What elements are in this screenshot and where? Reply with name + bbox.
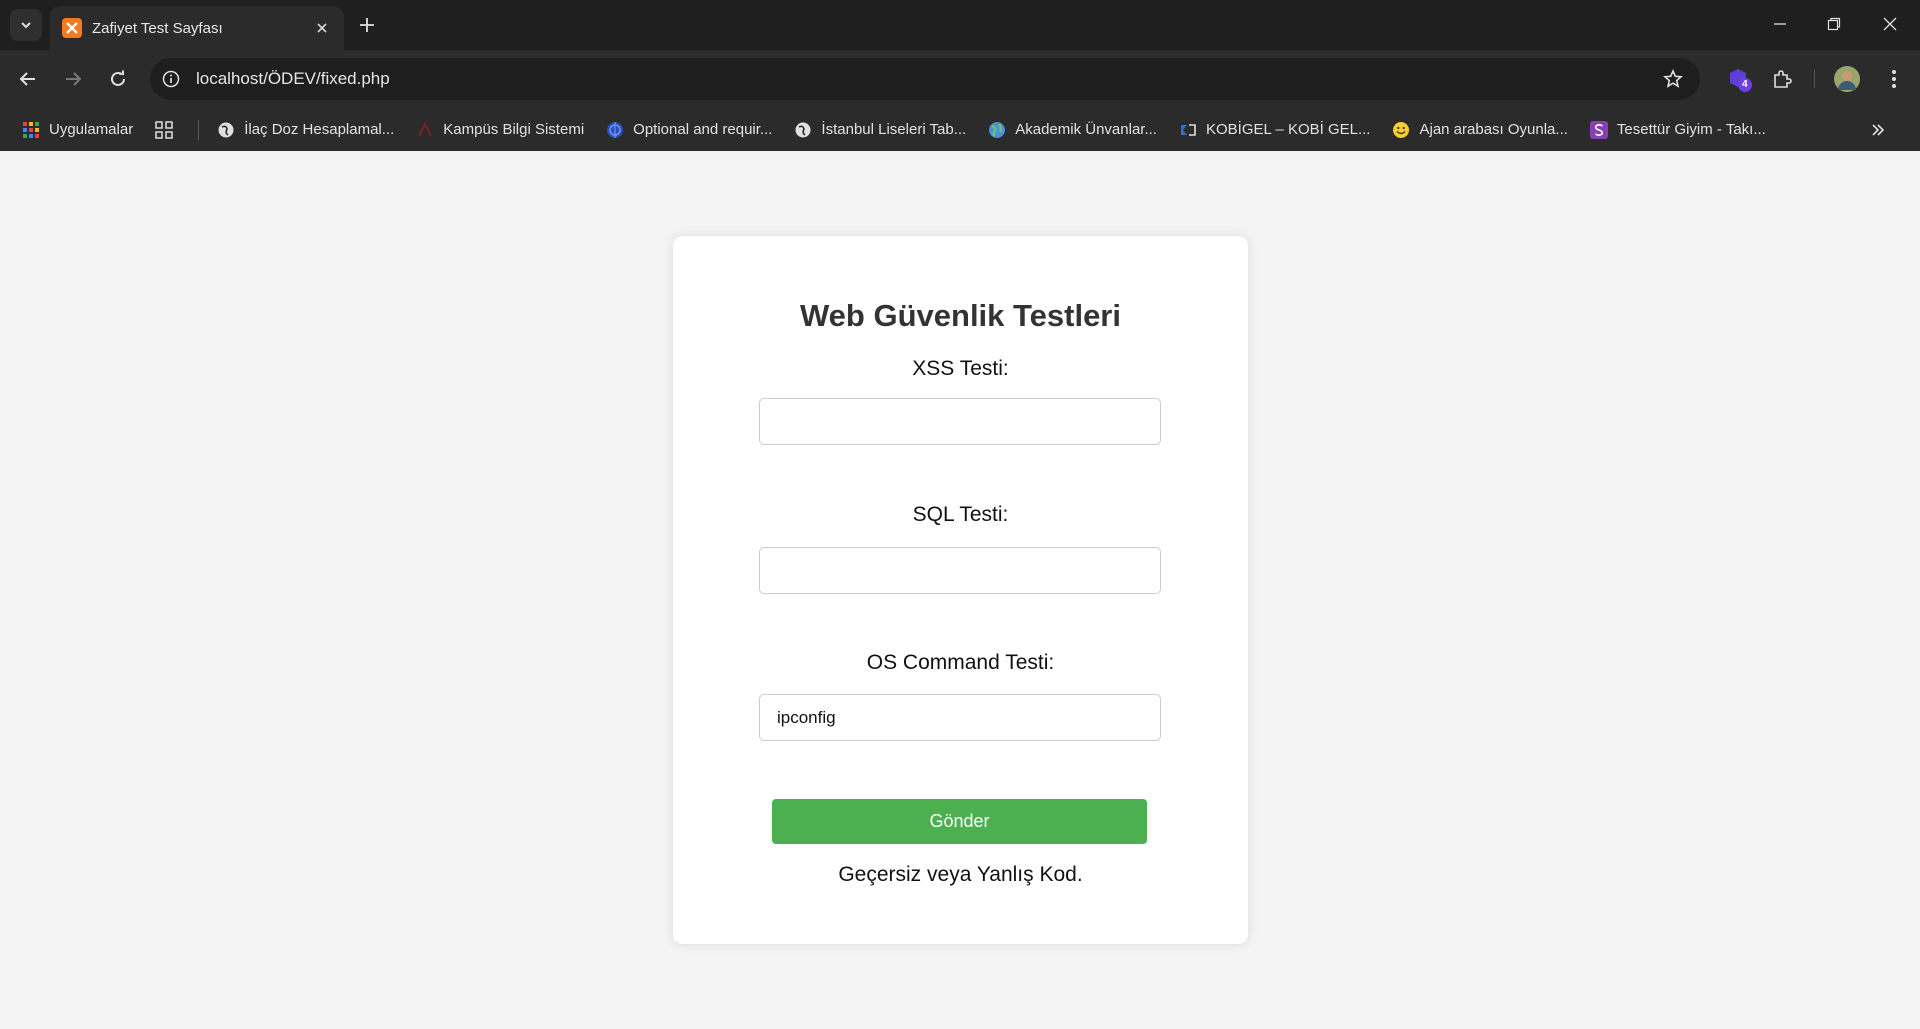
submit-button[interactable]: Gönder [772, 799, 1147, 844]
xss-input[interactable] [759, 398, 1161, 445]
tab-groups-button[interactable] [155, 120, 182, 139]
xampp-favicon-icon [62, 18, 82, 38]
site-info-icon[interactable] [156, 64, 186, 94]
reload-button[interactable] [100, 61, 136, 97]
test-form-card: Web Güvenlik Testleri XSS Testi: SQL Tes… [673, 236, 1248, 944]
bookmarks-bar: Uygulamalar İlaç Doz Hesaplamal... Kampü… [0, 108, 1920, 151]
s-logo-icon [1589, 120, 1608, 139]
tab-groups-icon [155, 120, 173, 139]
back-button[interactable] [10, 61, 46, 97]
bookmark-istanbul-liseleri[interactable]: İstanbul Liseleri Tab... [794, 121, 966, 139]
toolbar-divider [1814, 70, 1815, 88]
close-window-button[interactable] [1862, 0, 1918, 48]
bookmark-label: Ajan arabası Oyunla... [1419, 121, 1568, 138]
chevron-down-icon [21, 22, 31, 29]
bookmark-label: İstanbul Liseleri Tab... [821, 121, 967, 138]
tab-search-button[interactable] [10, 9, 42, 41]
profile-avatar[interactable] [1829, 61, 1865, 97]
result-message: Geçersiz veya Yanlış Kod. [838, 863, 1083, 886]
sql-input[interactable] [759, 547, 1161, 594]
arrow-left-icon [19, 72, 35, 86]
reload-icon [111, 70, 125, 86]
extensions-puzzle-icon[interactable] [1764, 61, 1800, 97]
bookmark-label: İlaç Doz Hesaplamal... [244, 121, 395, 138]
bookmark-label: Optional and requir... [633, 121, 773, 138]
bookmark-star-icon[interactable] [1656, 62, 1690, 96]
toolbar: localhost/ÖDEV/fixed.php 4 [0, 50, 1920, 108]
bookmark-label: Tesettür Giyim - Takı... [1616, 121, 1766, 138]
earth-icon [988, 121, 1006, 139]
extension-badge-icon[interactable]: 4 [1720, 61, 1756, 97]
circle-logo-icon [606, 121, 624, 139]
new-tab-button[interactable] [352, 10, 382, 40]
globe-icon [794, 121, 812, 139]
arrow-right-icon [66, 72, 82, 86]
url-text[interactable]: localhost/ÖDEV/fixed.php [196, 69, 1656, 89]
minimize-button[interactable] [1752, 0, 1808, 48]
xss-label: XSS Testi: [912, 357, 1009, 380]
globe-icon [217, 121, 235, 139]
bookmark-apps[interactable]: Uygulamalar [22, 121, 133, 139]
tab-title: Zafiyet Test Sayfası [92, 19, 223, 37]
menu-kebab-icon[interactable] [1876, 61, 1912, 97]
forward-button[interactable] [55, 61, 91, 97]
bookmark-label: Kampüs Bilgi Sistemi [443, 121, 585, 138]
bookmark-label: Akademik Ünvanlar... [1015, 121, 1157, 138]
sql-label: SQL Testi: [912, 503, 1009, 526]
os-command-label: OS Command Testi: [866, 651, 1055, 674]
bookmark-kampus[interactable]: Kampüs Bilgi Sistemi [416, 121, 584, 139]
bookmarks-separator [198, 119, 200, 140]
bookmark-ajan-arabasi[interactable]: Ajan arabası Oyunla... [1392, 121, 1568, 139]
tab-strip: Zafiyet Test Sayfası [0, 0, 1920, 50]
tab-active[interactable]: Zafiyet Test Sayfası [50, 6, 344, 50]
bookmark-label: KOBİGEL – KOBİ GEL... [1205, 121, 1371, 138]
bookmarks-overflow-chevron-icon[interactable] [1866, 118, 1890, 142]
bookmark-optional[interactable]: Optional and requir... [606, 121, 772, 139]
university-logo-icon [416, 121, 434, 139]
kobigel-logo-icon [1179, 121, 1197, 139]
bookmark-akademik[interactable]: Akademik Ünvanlar... [988, 121, 1157, 139]
bookmark-label: Uygulamalar [49, 121, 134, 138]
bookmark-tesettur[interactable]: Tesettür Giyim - Takı... [1589, 120, 1766, 139]
address-bar[interactable]: localhost/ÖDEV/fixed.php [150, 58, 1700, 100]
os-command-input[interactable] [759, 694, 1161, 741]
bookmark-ilac-doz[interactable]: İlaç Doz Hesaplamal... [217, 121, 394, 139]
restore-button[interactable] [1806, 0, 1862, 48]
minimize-icon [1774, 23, 1786, 25]
apps-grid-icon [22, 121, 40, 139]
restore-icon [1827, 17, 1841, 31]
bookmark-kobigel[interactable]: KOBİGEL – KOBİ GEL... [1179, 121, 1371, 139]
plus-icon [360, 18, 374, 32]
close-icon [1883, 17, 1897, 31]
extension-badge-count: 4 [1742, 79, 1748, 90]
page-title: Web Güvenlik Testleri [799, 298, 1121, 333]
tab-close-icon[interactable] [312, 18, 332, 38]
browser-chrome: Zafiyet Test Sayfası localhost/ÖDEV/fixe… [0, 0, 1920, 151]
smiley-icon [1392, 121, 1410, 139]
